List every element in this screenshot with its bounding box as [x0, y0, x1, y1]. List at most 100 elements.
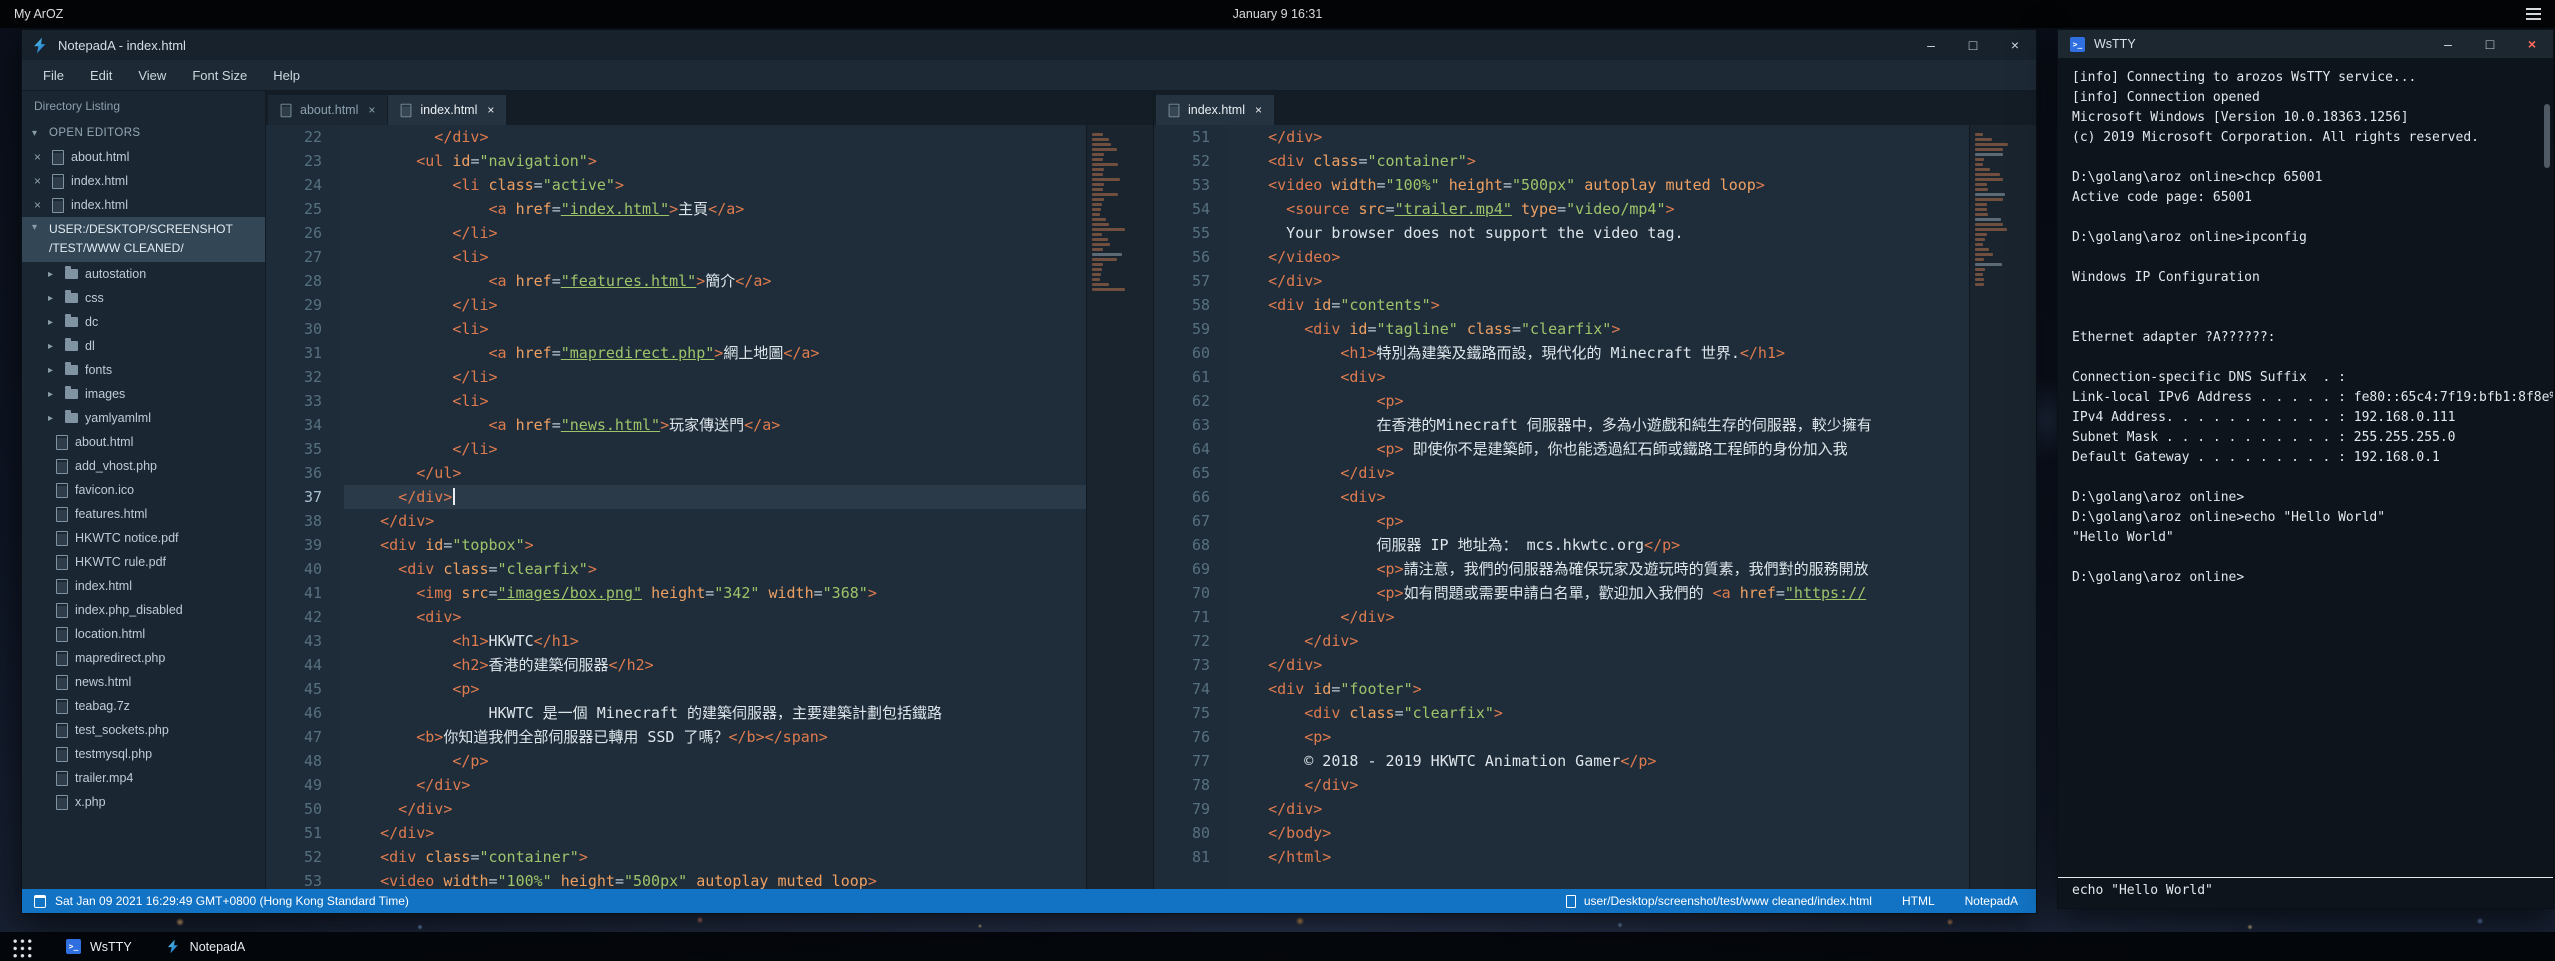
file-item[interactable]: test_sockets.php	[22, 718, 265, 742]
file-label: HKWTC rule.pdf	[75, 555, 166, 569]
right-code[interactable]: </div> <div class="container"> <video wi…	[1226, 125, 1969, 889]
file-item[interactable]: HKWTC rule.pdf	[22, 550, 265, 574]
root-path-line2: /TEST/WWW CLEANED/	[49, 239, 233, 258]
code-line: <div id="contents">	[1232, 293, 1969, 317]
code-line: <li>	[344, 389, 1086, 413]
file-item[interactable]: index.html	[22, 574, 265, 598]
open-editor-item[interactable]: ×index.html	[22, 193, 265, 217]
file-item[interactable]: trailer.mp4	[22, 766, 265, 790]
wstty-window-title: WsTTY	[2094, 37, 2136, 51]
terminal-line	[2072, 348, 2539, 368]
file-item[interactable]: features.html	[22, 502, 265, 526]
folder-item[interactable]: ▸images	[22, 382, 265, 406]
file-item[interactable]: index.php_disabled	[22, 598, 265, 622]
close-editor-icon[interactable]: ×	[34, 174, 45, 188]
file-label: index.php_disabled	[75, 603, 183, 617]
menu-item-font-size[interactable]: Font Size	[179, 68, 260, 83]
wstty-titlebar[interactable]: >_ WsTTY – □ ×	[2058, 30, 2553, 58]
file-item[interactable]: add_vhost.php	[22, 454, 265, 478]
file-item[interactable]: x.php	[22, 790, 265, 814]
minimize-icon[interactable]: –	[1910, 30, 1952, 60]
folder-item[interactable]: ▸fonts	[22, 358, 265, 382]
sidebar-header: Directory Listing	[22, 91, 265, 121]
notepad-menubar: FileEditViewFont SizeHelp	[22, 60, 2036, 91]
folder-icon	[65, 365, 78, 375]
terminal-input[interactable]: echo "Hello World"	[2058, 877, 2553, 908]
status-file-path-group[interactable]: user/Desktop/screenshot/test/www cleaned…	[1566, 894, 1872, 908]
file-icon	[56, 699, 68, 714]
menu-item-file[interactable]: File	[30, 68, 77, 83]
notepad-statusbar: Sat Jan 09 2021 16:29:49 GMT+0800 (Hong …	[22, 889, 2036, 913]
code-line: <p>	[1232, 509, 1969, 533]
tab-close-icon[interactable]: ×	[487, 103, 494, 117]
status-file-path: user/Desktop/screenshot/test/www cleaned…	[1584, 894, 1872, 908]
line-number: 61	[1154, 365, 1210, 389]
root-folder-item[interactable]: ▾ USER:/DESKTOP/SCREENSHOT /TEST/WWW CLE…	[22, 217, 265, 262]
code-line: </div>	[1232, 269, 1969, 293]
folder-item[interactable]: ▸autostation	[22, 262, 265, 286]
right-minimap[interactable]	[1969, 125, 2036, 889]
maximize-icon[interactable]: □	[2469, 30, 2511, 58]
line-number: 57	[1154, 269, 1210, 293]
file-item[interactable]: favicon.ico	[22, 478, 265, 502]
taskbar-item-wstty[interactable]: >_ WsTTY	[66, 939, 132, 954]
notepad-titlebar[interactable]: NotepadA - index.html – □ ×	[22, 30, 2036, 60]
code-line: </div>	[344, 509, 1086, 533]
tab-index.html[interactable]: index.html×	[388, 95, 506, 125]
menu-item-edit[interactable]: Edit	[77, 68, 125, 83]
file-item[interactable]: testmysql.php	[22, 742, 265, 766]
code-line: </div>	[344, 125, 1086, 149]
tab-close-icon[interactable]: ×	[1255, 103, 1262, 117]
open-editor-item[interactable]: ×index.html	[22, 169, 265, 193]
line-number: 50	[266, 797, 322, 821]
close-editor-icon[interactable]: ×	[34, 198, 45, 212]
file-item[interactable]: news.html	[22, 670, 265, 694]
tab-index.html[interactable]: index.html×	[1156, 95, 1274, 125]
open-editors-section[interactable]: ▾ OPEN EDITORS	[22, 121, 265, 145]
file-item[interactable]: teabag.7z	[22, 694, 265, 718]
notepad-window-title: NotepadA - index.html	[58, 38, 186, 53]
file-icon	[56, 723, 68, 738]
left-code[interactable]: </div> <ul id="navigation"> <li class="a…	[338, 125, 1086, 889]
minimize-icon[interactable]: –	[2427, 30, 2469, 58]
tab-close-icon[interactable]: ×	[368, 103, 375, 117]
right-gutter: 5152535455565758596061626364656667686970…	[1154, 125, 1226, 889]
line-number: 71	[1154, 605, 1210, 629]
folder-item[interactable]: ▸yamlyamlml	[22, 406, 265, 430]
root-path-line1: USER:/DESKTOP/SCREENSHOT	[49, 220, 233, 239]
file-icon	[56, 579, 68, 594]
code-line: <li class="active">	[344, 173, 1086, 197]
file-label: teabag.7z	[75, 699, 130, 713]
tab-about.html[interactable]: about.html×	[268, 95, 387, 125]
left-minimap[interactable]	[1086, 125, 1153, 889]
file-item[interactable]: HKWTC notice.pdf	[22, 526, 265, 550]
code-line: <p> 即使你不是建築師，你也能透過紅石師或鐵路工程師的身份加入我	[1232, 437, 1969, 461]
taskbar-item-notepada[interactable]: NotepadA	[166, 939, 246, 954]
code-line: </div>	[1232, 461, 1969, 485]
terminal-scrollbar[interactable]	[2544, 104, 2550, 168]
open-editor-item[interactable]: ×about.html	[22, 145, 265, 169]
menu-item-view[interactable]: View	[125, 68, 179, 83]
right-editor-pane: index.html× 5152535455565758596061626364…	[1154, 91, 2036, 889]
hamburger-menu-icon[interactable]	[2526, 8, 2541, 20]
status-app-name: NotepadA	[1965, 894, 2018, 908]
maximize-icon[interactable]: □	[1952, 30, 1994, 60]
close-icon[interactable]: ×	[2511, 30, 2553, 58]
terminal-output[interactable]: [info] Connecting to arozos WsTTY servic…	[2058, 58, 2553, 877]
system-menu-title[interactable]: My ArOZ	[14, 7, 63, 21]
close-icon[interactable]: ×	[1994, 30, 2036, 60]
folder-item[interactable]: ▸dl	[22, 334, 265, 358]
line-number: 66	[1154, 485, 1210, 509]
app-launcher-icon[interactable]	[10, 936, 32, 958]
folder-item[interactable]: ▸dc	[22, 310, 265, 334]
status-language[interactable]: HTML	[1902, 894, 1935, 908]
menu-item-help[interactable]: Help	[260, 68, 313, 83]
file-item[interactable]: about.html	[22, 430, 265, 454]
terminal-line: (c) 2019 Microsoft Corporation. All righ…	[2072, 128, 2539, 148]
close-editor-icon[interactable]: ×	[34, 150, 45, 164]
terminal-line: D:\golang\aroz online>echo "Hello World"	[2072, 508, 2539, 528]
folder-item[interactable]: ▸css	[22, 286, 265, 310]
file-item[interactable]: location.html	[22, 622, 265, 646]
code-line: <li>	[344, 245, 1086, 269]
file-item[interactable]: mapredirect.php	[22, 646, 265, 670]
